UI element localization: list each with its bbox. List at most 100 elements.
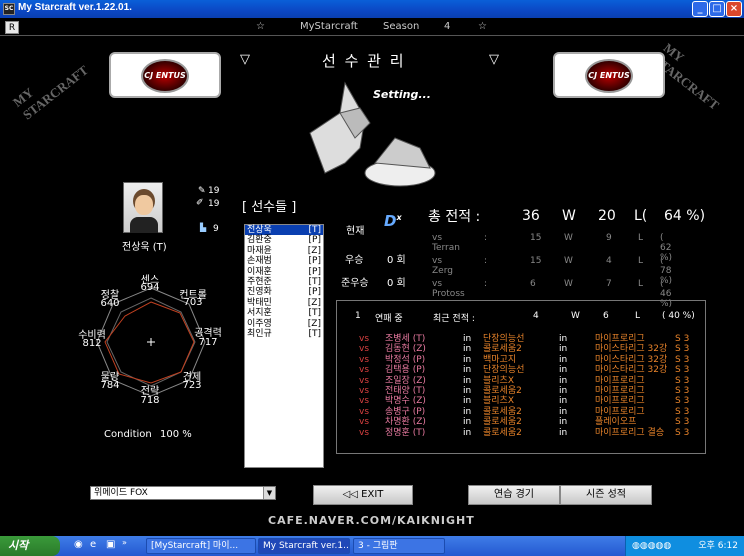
roster-item[interactable]: 이주영 [Z] <box>245 319 323 329</box>
close-button[interactable]: × <box>726 1 742 17</box>
match-league: 마이프로리그 <box>595 386 645 396</box>
roster-item[interactable]: 서지훈 [T] <box>245 308 323 318</box>
vs-row-label: vs Zerg <box>432 256 453 276</box>
task-button-mystarcraft-web[interactable]: [MyStarcraft] 마이... <box>146 538 256 554</box>
roster-item[interactable]: 손재범 [P] <box>245 256 323 266</box>
roster-name: 전상욱 <box>247 225 272 235</box>
folder-icon[interactable]: ▣ <box>106 539 115 550</box>
match-row: vs 김택용 (P) in 단장의능선 in 마이스타리그 32강 S 3 <box>337 365 717 375</box>
maximize-button[interactable]: □ <box>709 1 725 17</box>
roster-item[interactable]: 주현준 [T] <box>245 277 323 287</box>
match-league: 마이프로리그 <box>595 334 645 344</box>
stat-c-value: 9 <box>213 224 219 234</box>
total-l: L( <box>634 208 648 224</box>
match-map: 콜로세움2 <box>483 427 522 438</box>
star-right-icon: ☆ <box>478 21 487 32</box>
match-league: 플레이오프 <box>595 417 637 428</box>
match-league: 마이프로리그 <box>595 375 645 386</box>
match-map: 블리츠X <box>483 396 515 407</box>
task-button-mystarcraft-game[interactable]: My Starcraft ver.1.... <box>258 538 350 554</box>
player-photo <box>123 182 163 233</box>
roster-item[interactable]: 박태민 [Z] <box>245 298 323 308</box>
roster-name: 마재윤 <box>247 245 272 256</box>
match-league: 마이스타리그 32강 <box>595 354 668 365</box>
match-row: vs 전태양 (T) in 콜로세움2 in 마이프로리그 S 3 <box>337 386 717 396</box>
match-league: 마이프로리그 결승 <box>595 427 665 438</box>
match-in: in <box>463 365 472 376</box>
wand-icon: ✐ <box>196 198 204 208</box>
match-opp: 박명수 (Z) <box>385 396 426 407</box>
match-in: in <box>463 406 472 417</box>
player-list[interactable]: 전상욱 [T] 김환중 [P] 마재윤 [Z] 손재범 [P] 이재훈 [P] 주현준 [T] 진영화 [… <box>244 224 324 468</box>
match-opp: 차명환 (Z) <box>385 417 426 428</box>
vs-row-ll: L <box>638 256 644 266</box>
roster-name: 이재훈 <box>247 266 272 277</box>
race-icon: Dx <box>384 212 402 230</box>
corner-logo-left: MY STARCRAFT <box>10 62 91 123</box>
roster-item[interactable]: 마재윤 [Z] <box>245 246 323 256</box>
roster-item[interactable]: 김환중 [P] <box>245 235 323 245</box>
vs-row-l: 4 <box>606 256 612 266</box>
stat-attack: 717 <box>198 337 218 348</box>
match-vs: vs <box>359 375 370 386</box>
streak-num: 1 <box>355 311 361 321</box>
recent-w: W <box>571 311 580 321</box>
match-season: S 3 <box>675 334 690 344</box>
vs-row-w: 15 <box>530 233 542 243</box>
quicklaunch-icon[interactable]: ◉ <box>74 539 83 550</box>
stat-b-value: 19 <box>208 199 220 209</box>
title-bar[interactable]: SC My Starcraft ver.1.22.01. _ □ × <box>0 0 744 18</box>
roster-race: [P] <box>308 287 321 298</box>
vs-row-colon: : <box>484 279 488 289</box>
match-row: vs 송병구 (P) in 콜로세움2 in 마이프로리그 S 3 <box>337 407 717 417</box>
minimize-button[interactable]: _ <box>692 1 708 17</box>
roster-item[interactable]: 이재훈 [P] <box>245 267 323 277</box>
match-in2: in <box>559 406 568 417</box>
tray-icons[interactable]: ◍◍◍◍◍ <box>632 536 671 556</box>
match-row: vs 김동현 (Z) in 콜로세움2 in 마이스타리그 32강 S 3 <box>337 344 717 354</box>
arrow-left-icon: ▽ <box>240 52 250 67</box>
window-title: My Starcraft ver.1.22.01. <box>18 2 132 13</box>
r-button[interactable]: R <box>5 21 19 34</box>
stat-defense: 723 <box>182 380 202 391</box>
exit-button[interactable]: ◁◁ EXIT <box>313 485 413 505</box>
roster-race: [T] <box>308 328 321 339</box>
win-label: 우승 <box>345 255 364 266</box>
roster-name: 김환중 <box>247 235 272 246</box>
match-vs: vs <box>359 427 370 438</box>
match-row: vs 박명수 (Z) in 블리츠X in 마이프로리그 S 3 <box>337 396 717 406</box>
chevron-down-icon[interactable]: ▼ <box>263 487 275 499</box>
total-label: 총 전적 : <box>428 209 481 225</box>
team-select-value: 위메이드 FOX <box>94 488 148 498</box>
start-button[interactable]: 시작 <box>0 536 60 556</box>
roster-item[interactable]: 진영화 [P] <box>245 287 323 297</box>
win-count: 0 회 <box>387 255 406 266</box>
season-bar: R ☆ MyStarcraft Season 4 ☆ <box>0 18 744 36</box>
vs-row-wl: W <box>564 279 573 289</box>
match-vs: vs <box>359 396 370 407</box>
streak-label: 연패 중 <box>375 314 403 324</box>
match-vs: vs <box>359 344 370 355</box>
match-in: in <box>463 427 472 438</box>
team-select[interactable]: 위메이드 FOX ▼ <box>90 486 276 500</box>
game-client: R ☆ MyStarcraft Season 4 ☆ MY STARCRAFT … <box>0 18 744 536</box>
logo-badge: CJ ENTUS <box>585 59 633 93</box>
roster-race: [Z] <box>307 318 321 329</box>
setting-label: Setting... <box>373 88 431 101</box>
roster-item[interactable]: 전상욱 [T] <box>245 225 323 236</box>
season-record-button[interactable]: 시즌 성적 <box>560 485 652 505</box>
roster-item[interactable]: 최인규 [T] <box>245 329 323 339</box>
match-map: 콜로세움2 <box>483 344 522 355</box>
match-in2: in <box>559 334 568 344</box>
vs-row-colon: : <box>484 233 488 243</box>
roster-name: 서지훈 <box>247 308 272 319</box>
match-season: S 3 <box>675 406 690 417</box>
match-in: in <box>463 417 472 428</box>
practice-button[interactable]: 연습 경기 <box>468 485 560 505</box>
roster-heading: [ 선수들 ] <box>242 200 297 215</box>
match-map: 단장의능선 <box>483 334 525 344</box>
more-icon[interactable]: » <box>122 538 127 547</box>
match-opp: 박정석 (P) <box>385 354 426 365</box>
browser-icon[interactable]: e <box>90 539 96 550</box>
task-button-paint[interactable]: 3 - 그림판 <box>353 538 445 554</box>
